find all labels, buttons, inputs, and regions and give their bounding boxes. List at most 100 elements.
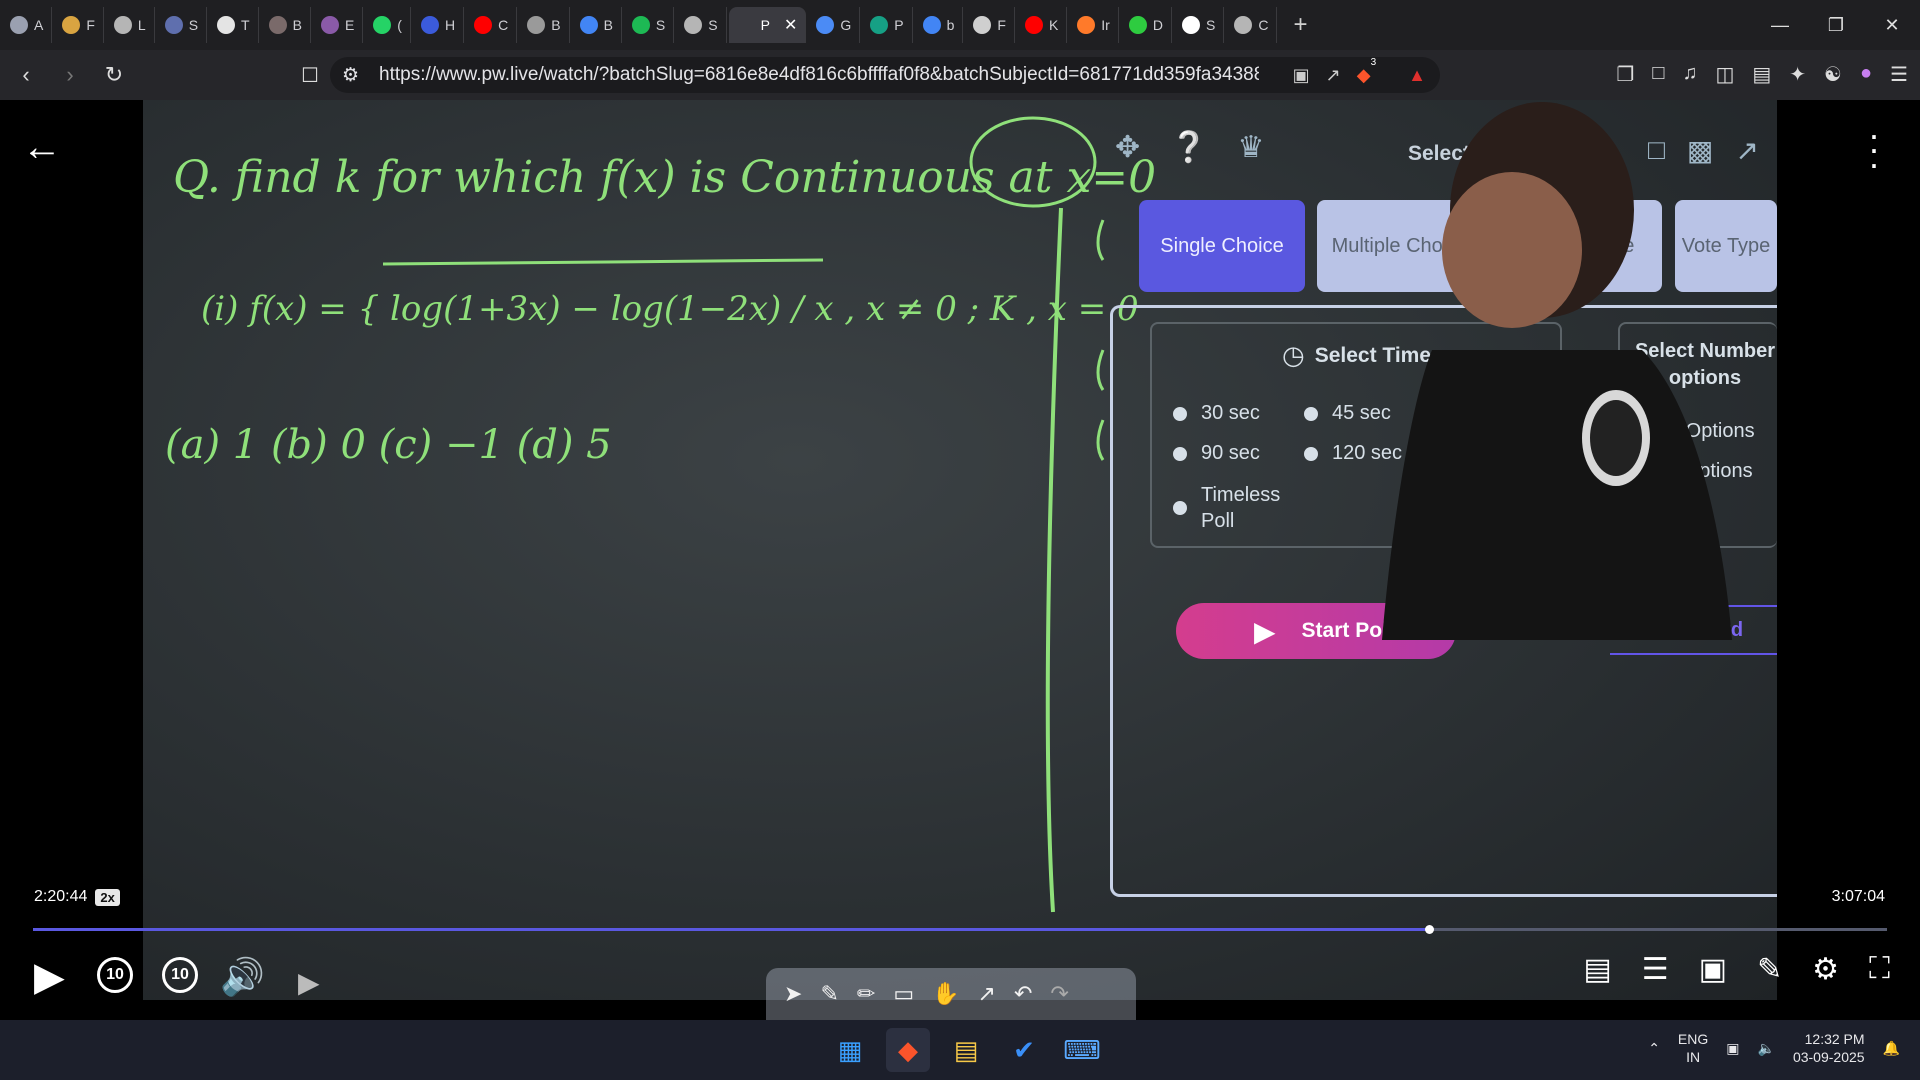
browser-tab[interactable]: B	[519, 7, 570, 43]
move-icon[interactable]: ✥	[1115, 130, 1140, 165]
reader-icon[interactable]: □	[1652, 62, 1664, 87]
media-icon[interactable]: ♫	[1682, 62, 1697, 87]
speed-badge[interactable]: 2x	[95, 888, 120, 906]
language-indicator[interactable]: ENG IN	[1678, 1030, 1708, 1066]
timer-option-timeless[interactable]: Timeless Poll	[1173, 482, 1311, 534]
tab-favicon-icon	[870, 16, 889, 34]
notes-icon[interactable]: ✎	[1757, 952, 1782, 987]
browser-tab[interactable]: F	[54, 7, 104, 43]
video-player[interactable]: Q. find k for which f(x) is Continuous a…	[0, 100, 1920, 1020]
back-arrow-icon[interactable]: ←	[22, 125, 62, 170]
poll-type-single-choice[interactable]: Single Choice	[1139, 200, 1305, 292]
browser-tab[interactable]: Ir	[1069, 7, 1119, 43]
cast-icon[interactable]: ▣	[1293, 65, 1310, 86]
clock[interactable]: 12:32 PM 03-09-2025	[1793, 1030, 1865, 1066]
hand-icon[interactable]: ✋	[932, 981, 959, 1007]
radio-dot	[1304, 406, 1318, 421]
undo-icon[interactable]: ↶	[1014, 981, 1032, 1007]
profile-icon[interactable]: ●	[1860, 62, 1872, 87]
pointer-icon[interactable]: ➤	[784, 981, 802, 1007]
browser-tab[interactable]: L	[106, 7, 155, 43]
eraser-icon[interactable]: ▭	[893, 981, 914, 1007]
help-icon[interactable]: ❔	[1170, 130, 1207, 165]
seek-bar[interactable]	[33, 925, 1887, 934]
pen-icon[interactable]: ✎	[820, 981, 838, 1007]
browser-tab[interactable]: S	[157, 7, 208, 43]
restore-icon[interactable]: ❐	[1808, 0, 1864, 50]
bookmark-icon[interactable]: ☐	[292, 57, 328, 93]
redo-icon[interactable]: ↷	[1050, 981, 1068, 1007]
url-text[interactable]: https://www.pw.live/watch/?batchSlug=681…	[379, 64, 1259, 86]
minimize-icon[interactable]: —	[1752, 0, 1808, 50]
browser-tab[interactable]: B	[572, 7, 622, 43]
forward-icon[interactable]: ›	[52, 57, 88, 93]
arrow-tool-icon[interactable]: ↗	[978, 981, 996, 1007]
back-icon[interactable]: ‹	[8, 57, 44, 93]
vpn-icon[interactable]: ☯	[1824, 62, 1842, 87]
reload-icon[interactable]: ↻	[96, 57, 132, 93]
tab-label: b	[946, 17, 955, 33]
timer-option-90[interactable]: 90 sec	[1173, 442, 1260, 465]
rewind-10-button[interactable]: 10	[97, 957, 133, 993]
browser-tab[interactable]: A	[2, 7, 53, 43]
file-explorer-icon[interactable]: ▤	[944, 1028, 988, 1072]
notification-icon[interactable]: 🔔	[1883, 1040, 1900, 1057]
tab-close-icon[interactable]: ✕	[784, 15, 797, 35]
tray-overflow-icon[interactable]: ⌃	[1648, 1040, 1660, 1057]
next-icon[interactable]: ▶	[298, 966, 320, 999]
browser-tab[interactable]: B	[261, 7, 311, 43]
seek-knob[interactable]	[1425, 925, 1435, 934]
captions-icon[interactable]: ▤	[1583, 952, 1611, 987]
fullscreen-icon[interactable]: ⛶	[1869, 952, 1890, 987]
leo-icon[interactable]: ✦	[1789, 62, 1806, 87]
tab-favicon-icon	[1128, 16, 1147, 34]
browser-tab[interactable]: S	[1174, 7, 1225, 43]
address-bar[interactable]: ⚙ https://www.pw.live/watch/?batchSlug=6…	[330, 57, 1440, 93]
highlighter-icon[interactable]: ✏	[857, 981, 875, 1007]
browser-tab[interactable]: P ✕	[728, 7, 807, 43]
browser-tab[interactable]: C	[466, 7, 518, 43]
share-icon[interactable]: ↗	[1326, 65, 1341, 86]
tab-favicon-icon	[527, 16, 546, 34]
leaderboard-icon[interactable]: ♛	[1238, 130, 1265, 165]
browser-tab[interactable]: F	[965, 7, 1015, 43]
browser-tab[interactable]: H	[413, 7, 465, 43]
new-tab-button[interactable]: +	[1293, 11, 1307, 39]
browser-tab[interactable]: G	[808, 7, 861, 43]
tab-favicon-icon	[1234, 16, 1253, 34]
close-window-icon[interactable]: ✕	[1864, 0, 1920, 50]
site-settings-icon[interactable]: ⚙	[342, 64, 359, 87]
pip-icon[interactable]: ▣	[1699, 952, 1727, 987]
browser-tab[interactable]: T	[209, 7, 259, 43]
keyboard-icon[interactable]: ⌨	[1060, 1028, 1104, 1072]
browser-tab[interactable]: S	[676, 7, 727, 43]
start-icon[interactable]: ▦	[828, 1028, 872, 1072]
menu-icon[interactable]: ☰	[1890, 62, 1908, 87]
browser-tab[interactable]: S	[624, 7, 675, 43]
extensions-icon[interactable]: ❐	[1616, 62, 1634, 87]
expand-icon[interactable]: ↗	[1735, 134, 1758, 167]
speaker-icon[interactable]: 🔈	[1758, 1040, 1775, 1057]
play-triangle-icon: ▶	[1254, 615, 1276, 647]
translate-icon[interactable]: ☰	[1642, 952, 1669, 987]
rewards-icon[interactable]: ▲	[1408, 65, 1426, 86]
browser-tab[interactable]: K	[1017, 7, 1068, 43]
play-button[interactable]: ▶	[34, 954, 65, 1000]
more-options-icon[interactable]: · · ·	[1868, 116, 1880, 181]
volume-icon[interactable]: 🔊	[220, 956, 265, 998]
browser-tab[interactable]: P	[862, 7, 913, 43]
settings-icon[interactable]: ⚙	[1812, 952, 1839, 987]
todo-icon[interactable]: ✔	[1002, 1028, 1046, 1072]
network-icon[interactable]: ▣	[1726, 1040, 1739, 1057]
browser-tab[interactable]: D	[1121, 7, 1172, 43]
sidebar-icon[interactable]: ◫	[1715, 62, 1734, 87]
browser-tab[interactable]: (	[365, 7, 411, 43]
browser-tab[interactable]: b	[915, 7, 964, 43]
browser-tab[interactable]: C	[1226, 7, 1278, 43]
brave-icon[interactable]: ◆	[886, 1028, 930, 1072]
timer-option-30[interactable]: 30 sec	[1173, 402, 1260, 425]
wallet-icon[interactable]: ▤	[1752, 62, 1771, 87]
browser-tab[interactable]: E	[313, 7, 364, 43]
forward-10-button[interactable]: 10	[162, 957, 198, 993]
brave-shield-icon[interactable]: ◆	[1357, 65, 1371, 86]
